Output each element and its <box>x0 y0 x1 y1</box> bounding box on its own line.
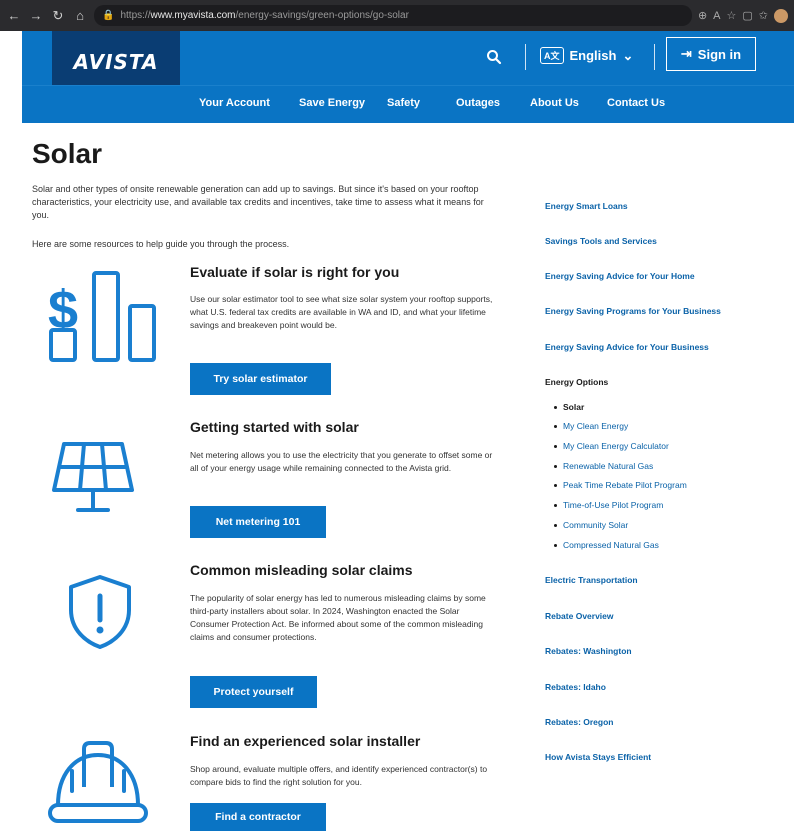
translate-icon: A文 <box>540 47 564 64</box>
nav-contact-us[interactable]: Contact Us <box>607 97 665 109</box>
favorite-icon[interactable]: ☆ <box>727 9 737 22</box>
address-bar[interactable]: 🔒 https://www.myavista.com/energy-saving… <box>94 5 692 26</box>
forward-icon[interactable]: → <box>28 8 44 23</box>
section-title-getting-started: Getting started with solar <box>190 419 359 435</box>
sidebar-subitem-solar[interactable]: Solar <box>554 402 584 412</box>
sidebar-subitem-renewable-natural-gas[interactable]: Renewable Natural Gas <box>554 461 653 471</box>
language-selector[interactable]: A文 English ⌄ <box>540 47 633 64</box>
section-body-misleading-claims: The popularity of solar energy has led t… <box>190 593 486 642</box>
solar-panel-icon <box>50 440 136 525</box>
bullet <box>554 406 557 410</box>
hard-hat-icon <box>48 735 148 831</box>
bullet <box>554 484 557 488</box>
sidebar-link-rebates-oregon[interactable]: Rebates: Oregon <box>545 717 614 727</box>
bullet <box>554 544 557 548</box>
sidebar-subitem-community-solar[interactable]: Community Solar <box>554 520 628 530</box>
shield-alert-icon <box>66 574 134 655</box>
reload-icon[interactable]: ↻ <box>50 8 66 24</box>
collections-icon[interactable]: ▢ <box>742 9 752 22</box>
profile-avatar[interactable] <box>774 8 788 23</box>
sidebar-link-energy-smart-loans[interactable]: Energy Smart Loans <box>545 201 628 211</box>
sidebar-subitem-compressed-natural-gas[interactable]: Compressed Natural Gas <box>554 540 659 550</box>
lock-icon: 🔒 <box>102 10 115 21</box>
header-divider <box>525 44 526 70</box>
url-text: https://www.myavista.com/energy-savings/… <box>120 10 409 21</box>
find-contractor-button[interactable]: Find a contractor <box>190 803 326 831</box>
language-label: English <box>569 48 617 63</box>
sidebar-link-rebates-washington[interactable]: Rebates: Washington <box>545 646 632 656</box>
savings-chart-icon: $ <box>44 268 164 369</box>
protect-yourself-button[interactable]: Protect yourself <box>190 676 317 708</box>
bullet <box>554 465 557 469</box>
bullet <box>554 524 557 528</box>
sign-in-button[interactable]: ⇥ Sign in <box>666 37 756 71</box>
sidebar-link-savings-tools[interactable]: Savings Tools and Services <box>545 236 657 246</box>
sidebar-link-advice-home[interactable]: Energy Saving Advice for Your Home <box>545 271 695 281</box>
intro-resources: Here are some resources to help guide yo… <box>32 239 290 249</box>
read-aloud-icon[interactable]: A <box>713 10 720 22</box>
main-nav: Your Account Save Energy Safety Outages … <box>22 85 794 123</box>
section-body-getting-started: Net metering allows you to use the elect… <box>190 450 493 473</box>
sidebar-link-programs-business[interactable]: Energy Saving Programs for Your Business <box>545 306 721 316</box>
sidebar-subitem-clean-energy-calculator[interactable]: My Clean Energy Calculator <box>554 441 669 451</box>
sidebar-link-advice-business[interactable]: Energy Saving Advice for Your Business <box>545 342 709 352</box>
section-title-find-installer: Find an experienced solar installer <box>190 733 421 749</box>
sign-in-label: Sign in <box>697 46 742 62</box>
bullet <box>554 425 557 429</box>
bullet <box>554 504 557 508</box>
net-metering-button[interactable]: Net metering 101 <box>190 506 326 538</box>
sidebar-link-electric-transportation[interactable]: Electric Transportation <box>545 575 638 585</box>
avista-logo[interactable]: AVISTA <box>52 31 180 93</box>
bullet <box>554 445 557 449</box>
section-body-evaluate: Use our solar estimator tool to see what… <box>190 294 493 330</box>
sidebar-subitem-my-clean-energy[interactable]: My Clean Energy <box>554 421 628 431</box>
nav-save-energy[interactable]: Save Energy <box>299 97 365 109</box>
browser-toolbar: ← → ↻ ⌂ 🔒 https://www.myavista.com/energ… <box>0 0 794 31</box>
header-divider <box>654 44 655 70</box>
intro-paragraph: Solar and other types of onsite renewabl… <box>32 184 484 220</box>
page-title: Solar <box>32 138 103 169</box>
search-icon[interactable] <box>486 49 502 65</box>
home-icon[interactable]: ⌂ <box>72 8 88 23</box>
nav-about-us[interactable]: About Us <box>530 97 579 109</box>
zoom-icon[interactable]: ⊕ <box>698 9 707 22</box>
sign-in-icon: ⇥ <box>680 46 692 61</box>
sidebar-link-avista-efficient[interactable]: How Avista Stays Efficient <box>545 752 651 762</box>
section-body-find-installer: Shop around, evaluate multiple offers, a… <box>190 764 488 787</box>
try-solar-estimator-button[interactable]: Try solar estimator <box>190 363 331 395</box>
logo-text: AVISTA <box>73 50 159 74</box>
section-title-evaluate: Evaluate if solar is right for you <box>190 264 400 280</box>
sidebar-heading-energy-options[interactable]: Energy Options <box>545 377 608 387</box>
sidebar-subitem-peak-time-rebate[interactable]: Peak Time Rebate Pilot Program <box>554 480 687 490</box>
favorites-bar-icon[interactable]: ✩ <box>759 9 768 22</box>
sidebar-link-rebate-overview[interactable]: Rebate Overview <box>545 611 614 621</box>
sidebar-subitem-time-of-use[interactable]: Time-of-Use Pilot Program <box>554 500 663 510</box>
chevron-down-icon: ⌄ <box>622 47 634 63</box>
sidebar-link-rebates-idaho[interactable]: Rebates: Idaho <box>545 682 606 692</box>
nav-safety[interactable]: Safety <box>387 97 420 109</box>
section-title-misleading-claims: Common misleading solar claims <box>190 562 413 578</box>
nav-outages[interactable]: Outages <box>456 97 500 109</box>
nav-your-account[interactable]: Your Account <box>199 97 270 109</box>
back-icon[interactable]: ← <box>6 8 22 23</box>
